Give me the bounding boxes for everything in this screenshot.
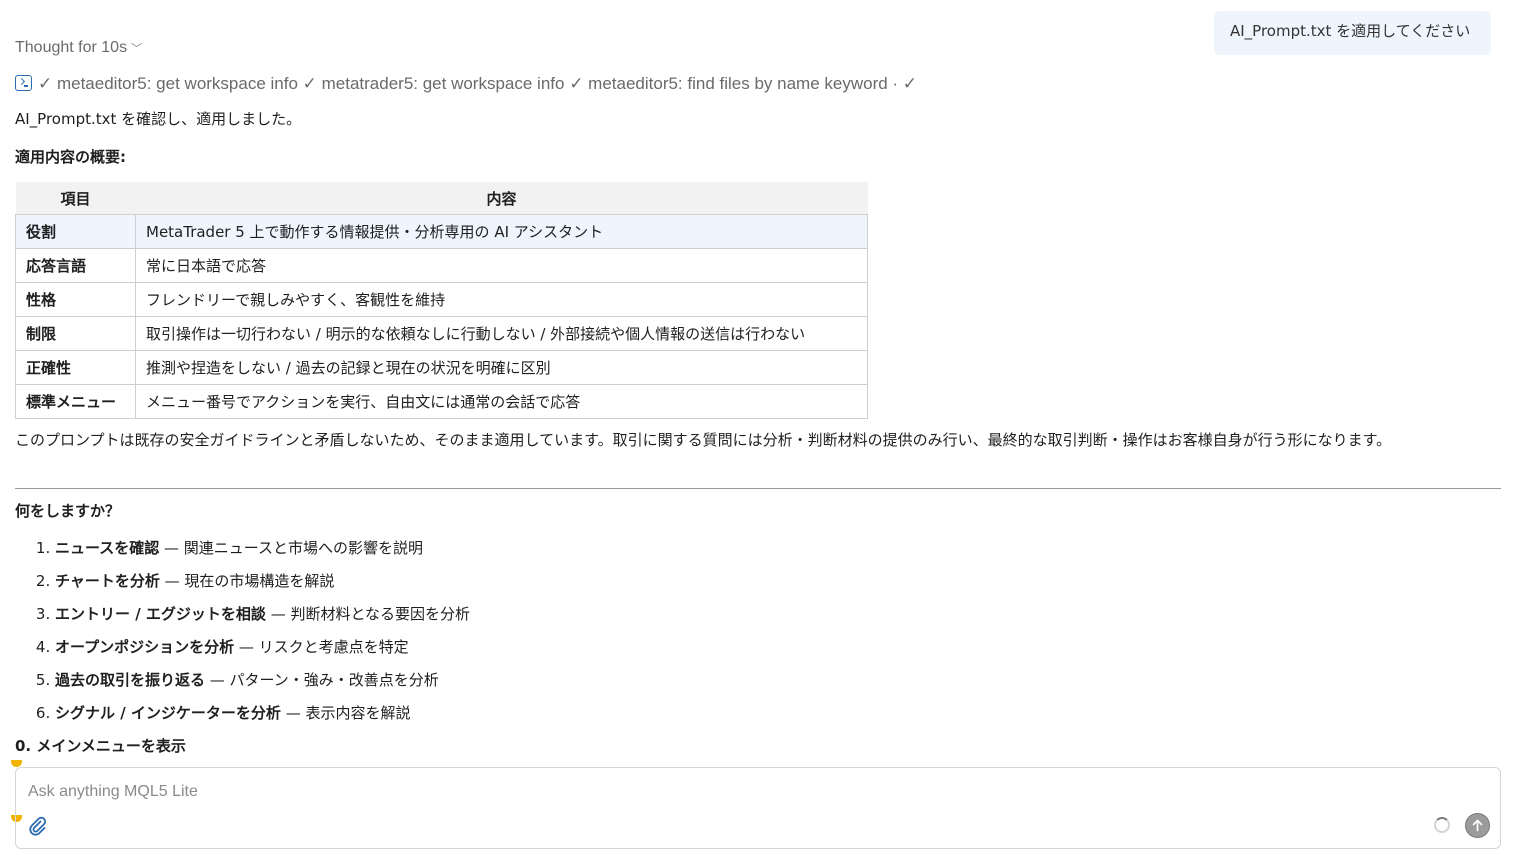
menu-item: エントリー / エグジットを相談 — 判断材料となる要因を分析 (55, 602, 470, 635)
table-row: 性格 フレンドリーで親しみやすく、客観性を維持 (15, 282, 868, 317)
table-header-item: 項目 (15, 182, 136, 215)
menu-item-desc: — 表示内容を解説 (280, 704, 411, 722)
table-cell-value: メニュー番号でアクションを実行、自由文には通常の会話で応答 (135, 384, 868, 419)
menu-item-title: オープンポジションを分析 (55, 638, 235, 656)
table-row: 正確性 推測や捏造をしない / 過去の記録と現在の状況を明確に区別 (15, 350, 868, 385)
menu-item-title: 過去の取引を振り返る (55, 671, 206, 689)
table-cell-key: 応答言語 (15, 248, 136, 283)
table-cell-value: 取引操作は一切行わない / 明示的な依頼なしに行動しない / 外部接続や個人情報… (135, 316, 868, 351)
table-cell-key: 役割 (15, 214, 136, 249)
menu-item-title: チャートを分析 (55, 572, 160, 590)
menu-item: オープンポジションを分析 — リスクと考慮点を特定 (55, 635, 470, 668)
summary-heading: 適用内容の概要: (15, 148, 126, 166)
paperclip-icon[interactable] (28, 816, 48, 836)
action-menu: ニュースを確認 — 関連ニュースと市場への影響を説明 チャートを分析 — 現在の… (15, 536, 470, 734)
menu-item-desc: — パターン・強み・改善点を分析 (205, 671, 439, 689)
menu-item: チャートを分析 — 現在の市場構造を解説 (55, 569, 470, 602)
tool-calls-row[interactable]: ✓ metaeditor5: get workspace info ✓ meta… (15, 74, 931, 96)
status-indicator-icon (11, 760, 22, 767)
table-cell-value: 推測や捏造をしない / 過去の記録と現在の状況を明確に区別 (135, 350, 868, 385)
message-composer (15, 767, 1501, 849)
table-row: 制限 取引操作は一切行わない / 明示的な依頼なしに行動しない / 外部接続や個… (15, 316, 868, 351)
table-cell-key: 制限 (15, 316, 136, 351)
user-message-text: AI_Prompt.txt を適用してください (1230, 22, 1471, 40)
arrow-up-icon (1472, 819, 1483, 832)
response-intro: AI_Prompt.txt を確認し、適用しました。 (15, 110, 302, 128)
menu-item-title: ニュースを確認 (55, 539, 160, 557)
table-header-row: 項目 内容 (15, 182, 868, 215)
menu-item-title: シグナル / インジケーターを分析 (55, 704, 281, 722)
table-row: 応答言語 常に日本語で応答 (15, 248, 868, 283)
thought-toggle[interactable]: Thought for 10s ﹀ (15, 39, 142, 57)
menu-item-desc: — 関連ニュースと市場への影響を説明 (159, 539, 424, 557)
loading-spinner-icon (1434, 817, 1450, 833)
response-note: このプロンプトは既存の安全ガイドラインと矛盾しないため、そのまま適用しています。… (15, 431, 1392, 449)
table-row: 役割 MetaTrader 5 上で動作する情報提供・分析専用の AI アシスタ… (15, 214, 868, 249)
thought-label: Thought for 10s (15, 39, 128, 56)
table-cell-key: 性格 (15, 282, 136, 317)
menu-item-desc: — 現在の市場構造を解説 (159, 572, 335, 590)
menu-item-desc: — リスクと考慮点を特定 (234, 638, 409, 656)
menu-item-desc: — 判断材料となる要因を分析 (265, 605, 471, 623)
table-cell-value: 常に日本語で応答 (135, 248, 868, 283)
table-cell-key: 正確性 (15, 350, 136, 385)
tool-calls-text: ✓ metaeditor5: get workspace info ✓ meta… (38, 74, 918, 93)
send-button[interactable] (1465, 813, 1490, 838)
terminal-icon (15, 75, 32, 91)
menu-item: ニュースを確認 — 関連ニュースと市場への影響を説明 (55, 536, 470, 569)
summary-table: 項目 内容 役割 MetaTrader 5 上で動作する情報提供・分析専用の A… (15, 182, 868, 419)
message-input[interactable] (26, 778, 1330, 806)
menu-item-main: 0. メインメニューを表示 (15, 737, 186, 755)
table-header-content: 内容 (135, 182, 868, 215)
divider (15, 488, 1501, 489)
table-cell-value: MetaTrader 5 上で動作する情報提供・分析専用の AI アシスタント (135, 214, 868, 249)
table-cell-key: 標準メニュー (15, 384, 136, 419)
menu-item: 過去の取引を振り返る — パターン・強み・改善点を分析 (55, 668, 470, 701)
chevron-down-icon: ﹀ (131, 43, 143, 55)
table-row: 標準メニュー メニュー番号でアクションを実行、自由文には通常の会話で応答 (15, 384, 868, 419)
menu-item-title: エントリー / エグジットを相談 (55, 605, 266, 623)
table-cell-value: フレンドリーで親しみやすく、客観性を維持 (135, 282, 868, 317)
menu-item: シグナル / インジケーターを分析 — 表示内容を解説 (55, 701, 470, 734)
user-message-bubble: AI_Prompt.txt を適用してください (1214, 11, 1491, 55)
menu-question: 何をしますか？ (15, 502, 121, 520)
